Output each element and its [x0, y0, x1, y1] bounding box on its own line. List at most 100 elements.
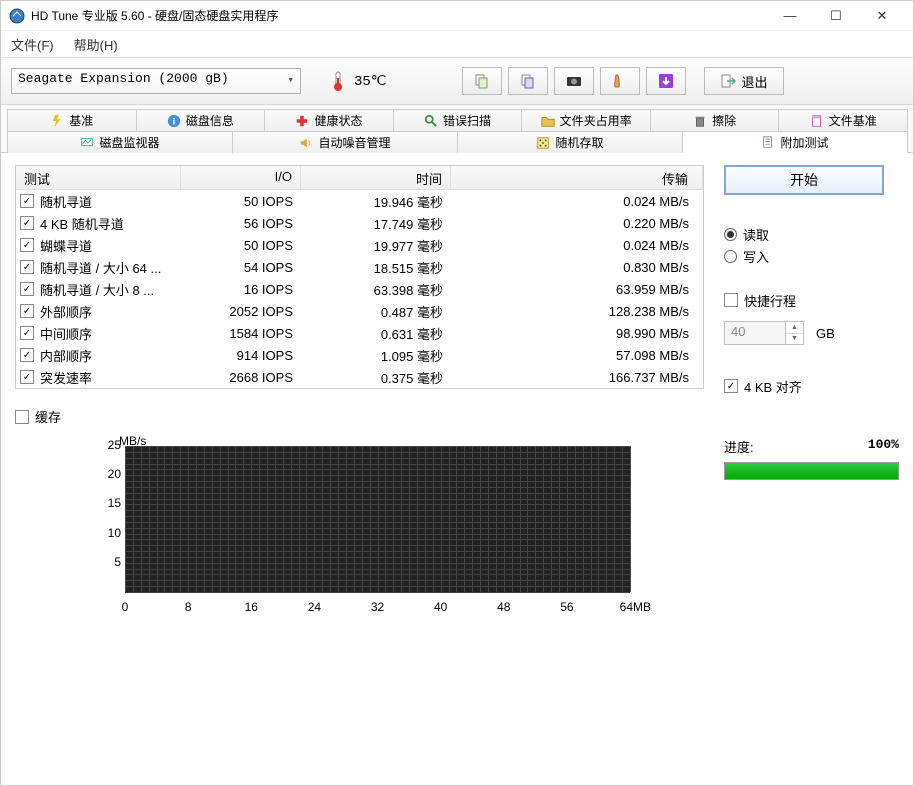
- size-spinner: 40 ▲ ▼ GB: [724, 321, 899, 345]
- tab-container: 基准i磁盘信息健康状态错误扫描文件夹占用率擦除文件基准 磁盘监视器自动噪音管理随…: [1, 105, 913, 153]
- drive-select[interactable]: Seagate Expansion (2000 gB): [11, 68, 301, 94]
- th-time[interactable]: 时间: [301, 166, 451, 189]
- maximize-button[interactable]: ☐: [813, 1, 859, 31]
- row-checkbox[interactable]: ✓: [20, 238, 34, 252]
- table-row[interactable]: ✓中间顺序1584 IOPS0.631 毫秒98.990 MB/s: [16, 322, 703, 344]
- test-name: 突发速率: [40, 368, 92, 387]
- time-value: 19.977 毫秒: [301, 236, 451, 255]
- menu-bar: 文件(F) 帮助(H): [1, 31, 913, 57]
- th-test[interactable]: 测试: [16, 166, 181, 189]
- row-checkbox[interactable]: ✓: [20, 304, 34, 318]
- th-io[interactable]: I/O: [181, 166, 301, 189]
- row-checkbox[interactable]: ✓: [20, 370, 34, 384]
- quick-path-checkbox-row[interactable]: 快捷行程: [724, 289, 899, 311]
- table-row[interactable]: ✓ 蝴蝶寻道 50 IOPS19.977 毫秒0.024 MB/s: [16, 234, 703, 256]
- sound-icon: [299, 136, 313, 150]
- time-value: 0.487 毫秒: [301, 302, 451, 321]
- save-button[interactable]: [646, 67, 686, 95]
- align-checkbox[interactable]: ✓: [724, 379, 738, 393]
- size-spin-buttons[interactable]: ▲ ▼: [786, 321, 804, 345]
- table-row[interactable]: ✓随机寻道 / 大小 64 ...54 IOPS18.515 毫秒0.830 M…: [16, 256, 703, 278]
- start-button[interactable]: 开始: [724, 165, 884, 195]
- x-tick: 32: [371, 600, 384, 614]
- x-tick: 16: [245, 600, 258, 614]
- test-name: 蝴蝶寻道: [40, 236, 92, 255]
- exit-button[interactable]: 退出: [704, 67, 784, 95]
- tab-info[interactable]: i磁盘信息: [136, 109, 266, 131]
- copy-info-button[interactable]: [508, 67, 548, 95]
- size-input[interactable]: 40: [724, 321, 786, 345]
- row-checkbox[interactable]: ✓: [20, 282, 34, 296]
- tab-plus[interactable]: 健康状态: [264, 109, 394, 131]
- size-unit: GB: [816, 326, 835, 341]
- svg-text:i: i: [173, 116, 176, 127]
- th-transfer[interactable]: 传输: [451, 166, 703, 189]
- copy-results-button[interactable]: [462, 67, 502, 95]
- tab-folder[interactable]: 文件夹占用率: [521, 109, 651, 131]
- table-row[interactable]: ✓突发速率2668 IOPS0.375 毫秒166.737 MB/s: [16, 366, 703, 388]
- tab-random[interactable]: 随机存取: [457, 131, 683, 153]
- table-row[interactable]: ✓外部顺序2052 IOPS0.487 毫秒128.238 MB/s: [16, 300, 703, 322]
- test-name: 4 KB 随机寻道: [40, 214, 124, 233]
- close-button[interactable]: ✕: [859, 1, 905, 31]
- y-tick: 15: [101, 496, 121, 510]
- row-checkbox[interactable]: ✓: [20, 348, 34, 362]
- menu-file[interactable]: 文件(F): [11, 35, 54, 54]
- random-icon: [536, 136, 550, 150]
- tab-trash[interactable]: 擦除: [650, 109, 780, 131]
- transfer-value: 166.737 MB/s: [451, 370, 703, 385]
- io-value: 16 IOPS: [181, 282, 301, 297]
- radio-read[interactable]: 读取: [724, 223, 899, 245]
- spin-up[interactable]: ▲: [786, 322, 803, 334]
- table-row[interactable]: ✓随机寻道50 IOPS19.946 毫秒0.024 MB/s: [16, 190, 703, 212]
- progress-value: 100%: [868, 437, 899, 456]
- minimize-button[interactable]: —: [767, 1, 813, 31]
- io-value: 2668 IOPS: [181, 370, 301, 385]
- radio-write-input[interactable]: [724, 250, 737, 263]
- row-checkbox[interactable]: ✓: [20, 326, 34, 340]
- time-value: 63.398 毫秒: [301, 280, 451, 299]
- transfer-value: 0.024 MB/s: [451, 194, 703, 209]
- table-row[interactable]: ✓内部顺序914 IOPS1.095 毫秒57.098 MB/s: [16, 344, 703, 366]
- io-value: 914 IOPS: [181, 348, 301, 363]
- menu-help[interactable]: 帮助(H): [74, 35, 118, 54]
- tab-search[interactable]: 错误扫描: [393, 109, 523, 131]
- test-name: 随机寻道 / 大小 64 ...: [40, 258, 161, 277]
- cache-checkbox-row[interactable]: 缓存: [15, 407, 704, 426]
- radio-write[interactable]: 写入: [724, 245, 899, 267]
- row-checkbox[interactable]: ✓: [20, 260, 34, 274]
- tab-extra[interactable]: 附加测试: [682, 131, 908, 153]
- io-value: 2052 IOPS: [181, 304, 301, 319]
- content-area: 测试 I/O 时间 传输 ✓随机寻道50 IOPS19.946 毫秒0.024 …: [1, 152, 913, 642]
- table-row[interactable]: ✓4 KB 随机寻道56 IOPS17.749 毫秒0.220 MB/s: [16, 212, 703, 234]
- screenshot-button[interactable]: [554, 67, 594, 95]
- io-value: 1584 IOPS: [181, 326, 301, 341]
- table-row[interactable]: ✓随机寻道 / 大小 8 ...16 IOPS63.398 毫秒63.959 M…: [16, 278, 703, 300]
- tab-bolt[interactable]: 基准: [7, 109, 137, 131]
- transfer-value: 63.959 MB/s: [451, 282, 703, 297]
- window-title: HD Tune 专业版 5.60 - 硬盘/固态硬盘实用程序: [31, 7, 767, 24]
- extra-icon: [761, 135, 775, 149]
- cache-chart: MB/s 510152025 08162432404856 64MB: [95, 438, 635, 628]
- progress-bar: [724, 462, 899, 480]
- align-checkbox-row[interactable]: ✓ 4 KB 对齐: [724, 375, 899, 397]
- io-value: 50 IOPS: [181, 238, 301, 253]
- tab-sound[interactable]: 自动噪音管理: [232, 131, 458, 153]
- spin-down[interactable]: ▼: [786, 334, 803, 345]
- tab-monitor[interactable]: 磁盘监视器: [7, 131, 233, 153]
- transfer-value: 0.024 MB/s: [451, 238, 703, 253]
- row-checkbox[interactable]: ✓: [20, 216, 34, 230]
- tab-file[interactable]: 文件基准: [778, 109, 908, 131]
- quick-path-checkbox[interactable]: [724, 293, 738, 307]
- results-table: 测试 I/O 时间 传输 ✓随机寻道50 IOPS19.946 毫秒0.024 …: [15, 165, 704, 389]
- row-checkbox[interactable]: ✓: [20, 194, 34, 208]
- test-name: 随机寻道: [40, 192, 92, 211]
- temperature-value: 35℃: [354, 73, 387, 90]
- cache-checkbox[interactable]: [15, 410, 29, 424]
- trash-icon: [693, 114, 707, 128]
- transfer-value: 128.238 MB/s: [451, 304, 703, 319]
- y-tick: 5: [101, 555, 121, 569]
- bolt-icon: [50, 114, 64, 128]
- radio-read-input[interactable]: [724, 228, 737, 241]
- options-button[interactable]: [600, 67, 640, 95]
